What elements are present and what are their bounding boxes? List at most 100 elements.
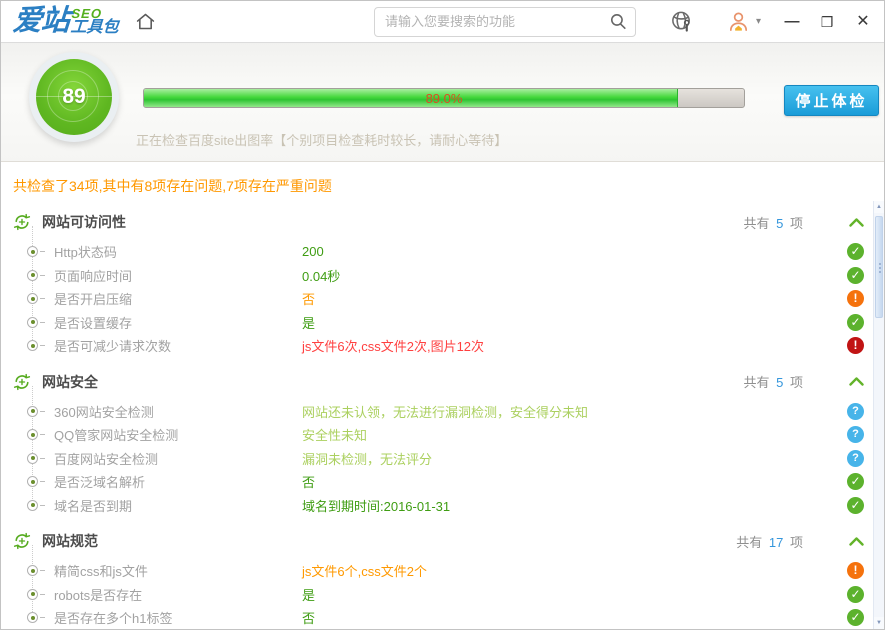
score-badge: 89 xyxy=(29,52,119,142)
check-item-row: 是否开启压缩 否 ! xyxy=(13,287,864,311)
status-ok-icon: ✓ xyxy=(847,497,864,514)
section-header[interactable]: 网站规范 共有 17 项 xyxy=(13,527,864,555)
section-title: 网站安全 xyxy=(42,372,98,392)
section-header[interactable]: 网站可访问性 共有 5 项 xyxy=(13,208,864,236)
bullet-icon xyxy=(27,293,38,304)
bullet-icon xyxy=(27,340,38,351)
bullet-icon xyxy=(27,589,38,600)
progress-bar: 89.0% xyxy=(143,88,745,108)
user-account-button[interactable]: ▾ xyxy=(727,10,761,33)
bullet-icon xyxy=(27,246,38,257)
bullet-icon xyxy=(27,406,38,417)
window-maximize-button[interactable]: ❒ xyxy=(818,14,836,30)
app-logo[interactable]: 爱站 SEO 工具包 xyxy=(12,7,120,36)
check-item-value: 安全性未知 xyxy=(302,425,847,444)
search-input[interactable] xyxy=(374,7,636,37)
refresh-plus-icon xyxy=(13,373,31,391)
status-unknown-icon: ? xyxy=(847,450,864,467)
check-item-value: 0.04秒 xyxy=(302,266,847,285)
collapse-button[interactable] xyxy=(849,537,864,546)
section-count-suffix: 项 xyxy=(786,535,803,550)
check-section: 网站规范 共有 17 项 精简css和js文件 js文件6个,css文件2个 !… xyxy=(13,527,864,630)
scrollbar-thumb[interactable] xyxy=(875,216,883,318)
section-header[interactable]: 网站安全 共有 5 项 xyxy=(13,368,864,396)
check-item-row: 百度网站安全检测 漏洞未检测，无法评分 ? xyxy=(13,447,864,471)
check-item-row: 精简css和js文件 js文件6个,css文件2个 ! xyxy=(13,559,864,583)
collapse-button[interactable] xyxy=(849,218,864,227)
status-unknown-icon: ? xyxy=(847,403,864,420)
window-close-button[interactable]: ✕ xyxy=(854,14,872,30)
score-value: 89 xyxy=(62,85,85,109)
collapse-button[interactable] xyxy=(849,377,864,386)
status-error-icon: ! xyxy=(847,337,864,354)
home-button[interactable] xyxy=(135,11,156,32)
section-count-prefix: 共有 xyxy=(736,535,766,550)
bullet-icon xyxy=(27,565,38,576)
status-warning-icon: ! xyxy=(847,562,864,579)
status-warning-icon: ! xyxy=(847,290,864,307)
check-item-value: 否 xyxy=(302,608,847,627)
scroll-up-button[interactable]: ▲ xyxy=(874,201,884,213)
section-count-suffix: 项 xyxy=(786,375,803,390)
check-item-row: 是否泛域名解析 否 ✓ xyxy=(13,470,864,494)
check-item-value: js文件6个,css文件2个 xyxy=(302,561,847,580)
user-avatar-icon xyxy=(727,10,750,33)
chevron-up-icon xyxy=(849,377,864,386)
section-count: 共有 17 项 xyxy=(736,532,803,551)
search-icon[interactable] xyxy=(609,12,628,36)
tools-button[interactable] xyxy=(670,10,693,33)
check-item-label: 是否设置缓存 xyxy=(54,313,302,332)
check-item-value: 是 xyxy=(302,313,847,332)
check-section: 网站可访问性 共有 5 项 Http状态码 200 ✓ 页面响应时间 0.04秒… xyxy=(13,208,864,360)
check-item-row: 域名是否到期 域名到期时间:2016-01-31 ✓ xyxy=(13,494,864,518)
health-check-panel: 89 89.0% 正在检查百度site出图率【个别项目检查耗时较长，请耐心等待】… xyxy=(1,43,884,162)
bullet-icon xyxy=(27,453,38,464)
check-item-row: 360网站安全检测 网站还未认领，无法进行漏洞检测，安全得分未知 ? xyxy=(13,400,864,424)
vertical-scrollbar[interactable]: ▲ ▼ xyxy=(873,201,884,629)
check-item-label: 是否泛域名解析 xyxy=(54,472,302,491)
check-item-row: 页面响应时间 0.04秒 ✓ xyxy=(13,264,864,288)
check-item-label: robots是否存在 xyxy=(54,585,302,604)
section-count-suffix: 项 xyxy=(786,216,803,231)
chevron-up-icon xyxy=(849,218,864,227)
section-count: 共有 5 项 xyxy=(744,372,803,391)
check-item-value: 否 xyxy=(302,472,847,491)
refresh-plus-icon xyxy=(13,532,31,550)
section-title: 网站规范 xyxy=(42,531,98,551)
refresh-plus-icon xyxy=(13,213,31,231)
check-summary-text: 共检查了34项,其中有8项存在问题,7项存在严重问题 xyxy=(13,176,864,196)
bullet-icon xyxy=(27,476,38,487)
stop-check-button[interactable]: 停止体检 xyxy=(784,85,879,116)
results-content: 共检查了34项,其中有8项存在问题,7项存在严重问题 网站可访问性 共有 5 项 xyxy=(1,162,884,630)
check-item-row: 是否可减少请求次数 js文件6次,css文件2次,图片12次 ! xyxy=(13,334,864,358)
check-item-value: 域名到期时间:2016-01-31 xyxy=(302,496,847,515)
status-ok-icon: ✓ xyxy=(847,609,864,626)
check-item-label: Http状态码 xyxy=(54,242,302,261)
section-rows: Http状态码 200 ✓ 页面响应时间 0.04秒 ✓ 是否开启压缩 否 ! … xyxy=(13,236,864,360)
search-box xyxy=(374,7,636,37)
check-item-row: 是否设置缓存 是 ✓ xyxy=(13,311,864,335)
section-rows: 精简css和js文件 js文件6个,css文件2个 ! robots是否存在 是… xyxy=(13,555,864,630)
bullet-icon xyxy=(27,270,38,281)
scroll-down-button[interactable]: ▼ xyxy=(874,617,884,629)
check-item-value: js文件6次,css文件2次,图片12次 xyxy=(302,336,847,355)
window-minimize-button[interactable]: — xyxy=(782,14,800,30)
check-item-label: 是否可减少请求次数 xyxy=(54,336,302,355)
section-rows: 360网站安全检测 网站还未认领，无法进行漏洞检测，安全得分未知 ? QQ管家网… xyxy=(13,396,864,520)
sections: 网站可访问性 共有 5 项 Http状态码 200 ✓ 页面响应时间 0.04秒… xyxy=(13,208,864,630)
check-item-value: 200 xyxy=(302,244,847,259)
status-ok-icon: ✓ xyxy=(847,314,864,331)
check-item-label: QQ管家网站安全检测 xyxy=(54,425,302,444)
check-item-label: 精简css和js文件 xyxy=(54,561,302,580)
home-icon xyxy=(135,11,156,32)
caret-down-icon[interactable]: ▾ xyxy=(756,16,761,27)
bullet-icon xyxy=(27,317,38,328)
check-item-row: 是否存在多个h1标签 否 ✓ xyxy=(13,606,864,630)
check-item-value: 否 xyxy=(302,289,847,308)
section-title: 网站可访问性 xyxy=(42,212,126,232)
top-bar: 爱站 SEO 工具包 xyxy=(1,1,884,43)
progress-percent-label: 89.0% xyxy=(144,91,744,106)
check-item-row: robots是否存在 是 ✓ xyxy=(13,583,864,607)
app-window: 爱站 SEO 工具包 xyxy=(0,0,885,630)
bullet-icon xyxy=(27,500,38,511)
